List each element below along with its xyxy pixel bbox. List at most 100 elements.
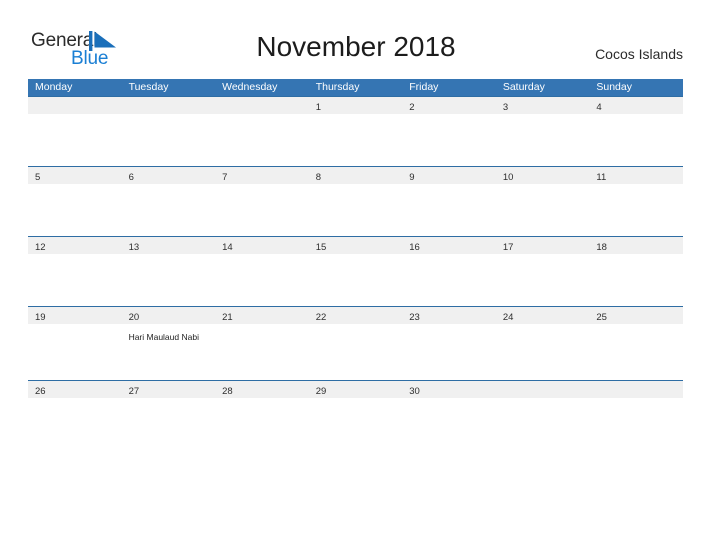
- day-cell[interactable]: 8: [309, 167, 403, 184]
- day-cell[interactable]: [28, 97, 122, 114]
- day-cell[interactable]: 10: [496, 167, 590, 184]
- event-cell: [496, 114, 590, 117]
- week-day-numbers: 1 2 3 4: [28, 97, 683, 114]
- weekday-header-friday: Friday: [409, 81, 439, 93]
- day-number: 29: [315, 386, 327, 397]
- day-number: 12: [35, 242, 46, 253]
- week-day-numbers: 26 27 28 29 30: [28, 381, 683, 398]
- event-cell: [402, 184, 496, 187]
- event-cell: [122, 398, 216, 401]
- day-cell[interactable]: 1: [309, 97, 403, 114]
- day-cell[interactable]: 27: [122, 381, 216, 398]
- event-cell: Hari Maulaud Nabi: [122, 324, 216, 345]
- event-cell: [122, 114, 216, 117]
- day-cell[interactable]: 5: [28, 167, 122, 184]
- week-spacer: [28, 257, 683, 306]
- day-cell[interactable]: [589, 381, 683, 398]
- day-cell[interactable]: 9: [402, 167, 496, 184]
- event-cell: [28, 114, 122, 117]
- day-number: 1: [315, 102, 321, 113]
- day-cell[interactable]: 26: [28, 381, 122, 398]
- day-cell[interactable]: 6: [122, 167, 216, 184]
- day-number: 10: [502, 172, 514, 183]
- weekday-header-wednesday: Wednesday: [222, 81, 278, 93]
- week-events: [28, 184, 683, 187]
- day-cell[interactable]: 17: [496, 237, 590, 254]
- calendar-page: General Blue November 2018 Cocos Islands…: [0, 0, 712, 550]
- day-number: 20: [128, 312, 140, 323]
- day-cell[interactable]: 21: [215, 307, 309, 324]
- week-spacer: [28, 345, 683, 380]
- day-cell[interactable]: [215, 97, 309, 114]
- day-number: 18: [596, 242, 607, 253]
- day-cell[interactable]: 2: [402, 97, 496, 114]
- week-day-numbers: 5 6 7 8 9 10 11: [28, 167, 683, 184]
- day-cell[interactable]: [122, 97, 216, 114]
- event-cell: [215, 254, 309, 257]
- day-number: 9: [409, 172, 415, 183]
- day-cell[interactable]: 3: [496, 97, 590, 114]
- event-cell: [496, 398, 590, 401]
- event-cell: [309, 324, 403, 345]
- week-day-numbers: 12 13 14 15 16 17 18: [28, 237, 683, 254]
- event-cell: [309, 254, 403, 257]
- weekday-header-saturday: Saturday: [502, 81, 545, 93]
- event-cell: [28, 184, 122, 187]
- day-number: 30: [409, 386, 420, 397]
- day-cell[interactable]: 22: [309, 307, 403, 324]
- week-events: Hari Maulaud Nabi: [28, 324, 683, 345]
- day-cell[interactable]: 28: [215, 381, 309, 398]
- day-number: 22: [315, 312, 327, 323]
- day-number: 27: [128, 386, 140, 397]
- day-number: 16: [409, 242, 420, 253]
- event-cell: [309, 184, 403, 187]
- day-cell[interactable]: 16: [402, 237, 496, 254]
- week-events: [28, 114, 683, 117]
- weekday-header-monday: Monday: [35, 81, 73, 93]
- calendar-week-row: 19 20 21 22 23 24 25 Hari Maulaud Nabi: [28, 306, 683, 380]
- day-cell[interactable]: 11: [589, 167, 683, 184]
- event-cell: [496, 324, 590, 345]
- day-number: 5: [35, 172, 41, 183]
- day-cell[interactable]: 24: [496, 307, 590, 324]
- day-number: 2: [409, 102, 415, 113]
- day-number: 8: [315, 172, 321, 183]
- week-events: [28, 398, 683, 401]
- day-cell[interactable]: [496, 381, 590, 398]
- day-cell[interactable]: 25: [589, 307, 683, 324]
- day-cell[interactable]: 4: [589, 97, 683, 114]
- event-cell: [589, 398, 683, 401]
- week-spacer: [28, 117, 683, 166]
- day-number: 25: [596, 312, 607, 323]
- week-spacer: [28, 187, 683, 236]
- weekday-header-tuesday: Tuesday: [128, 81, 169, 93]
- event-cell: [589, 324, 683, 345]
- event-cell: [309, 114, 403, 117]
- day-cell[interactable]: 15: [309, 237, 403, 254]
- locale-label: Cocos Islands: [595, 46, 683, 62]
- day-number: 19: [35, 312, 46, 323]
- event-cell: [589, 184, 683, 187]
- day-cell[interactable]: 7: [215, 167, 309, 184]
- day-cell[interactable]: 18: [589, 237, 683, 254]
- day-cell[interactable]: 30: [402, 381, 496, 398]
- event-cell: [28, 324, 122, 345]
- day-cell[interactable]: 19: [28, 307, 122, 324]
- weekday-header-sunday: Sunday: [596, 81, 632, 93]
- event-cell: [402, 254, 496, 257]
- day-cell[interactable]: 13: [122, 237, 216, 254]
- day-number: 13: [128, 242, 140, 253]
- day-cell[interactable]: 20: [122, 307, 216, 324]
- day-cell[interactable]: 12: [28, 237, 122, 254]
- day-number: 23: [409, 312, 420, 323]
- day-number: 14: [222, 242, 233, 253]
- day-cell[interactable]: 23: [402, 307, 496, 324]
- event-cell: [215, 184, 309, 187]
- day-number: 24: [502, 312, 514, 323]
- event-cell: [496, 184, 590, 187]
- day-cell[interactable]: 29: [309, 381, 403, 398]
- holiday-event-text: Hari Maulaud Nabi: [128, 332, 199, 342]
- day-number: 4: [596, 102, 602, 113]
- event-cell: [28, 254, 122, 257]
- day-cell[interactable]: 14: [215, 237, 309, 254]
